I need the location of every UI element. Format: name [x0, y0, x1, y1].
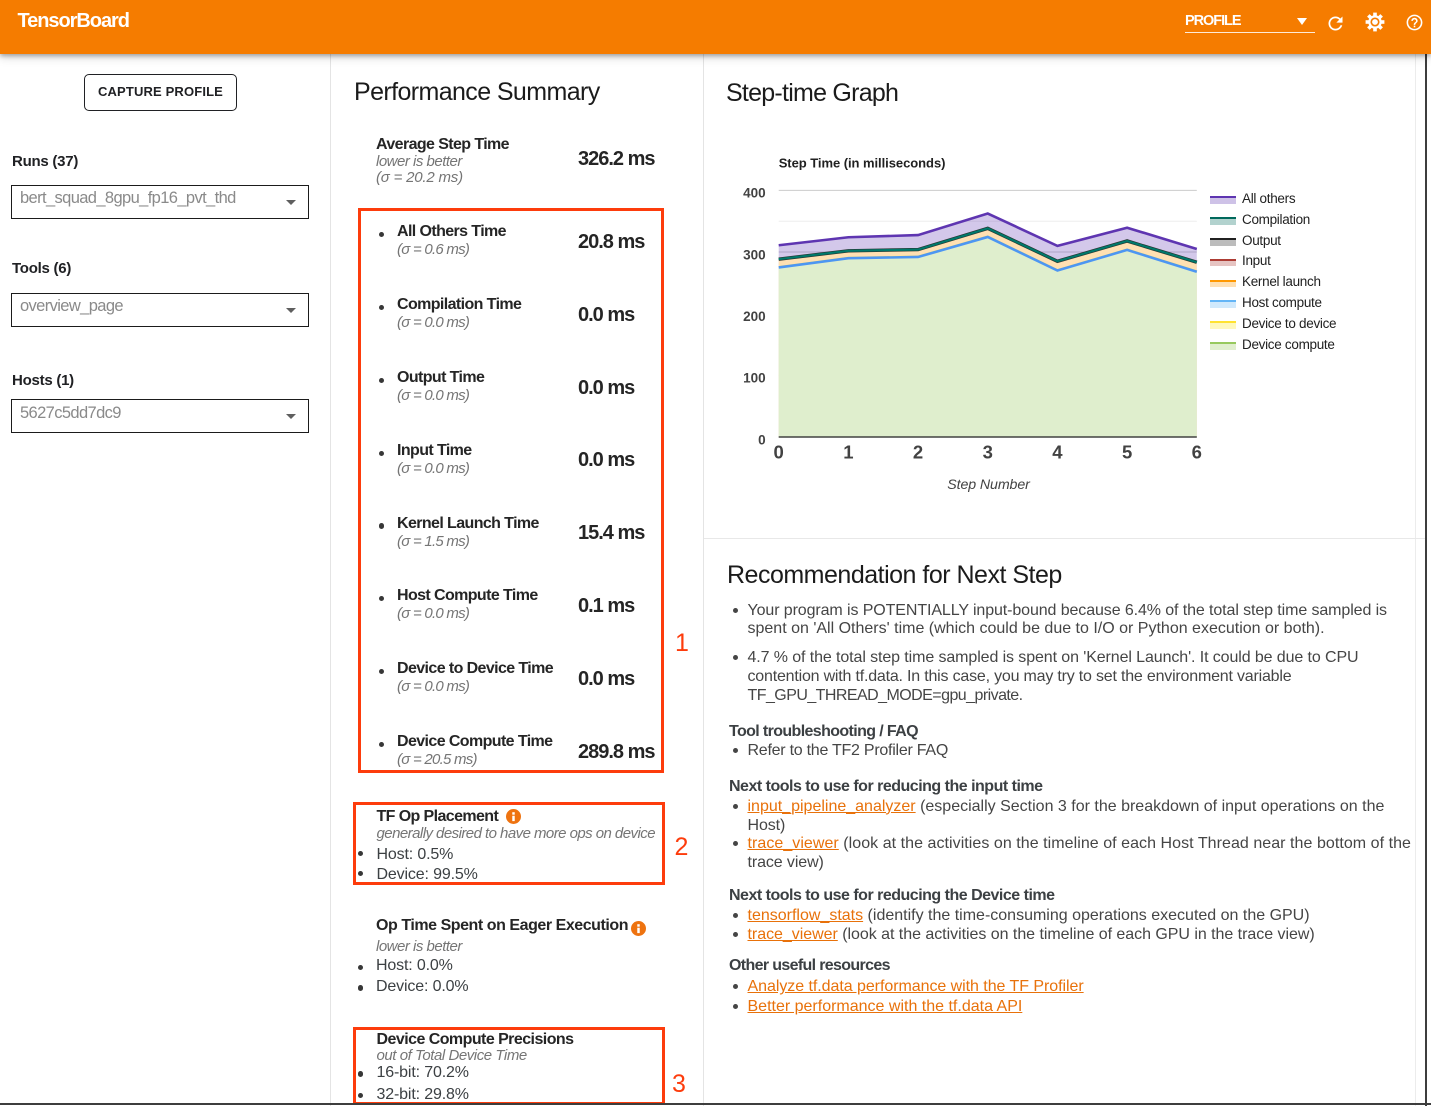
svg-text:4: 4 — [1052, 442, 1063, 463]
svg-text:1: 1 — [843, 442, 853, 463]
svg-text:2: 2 — [913, 442, 923, 463]
svg-text:Step Time (in milliseconds): Step Time (in milliseconds) — [779, 155, 946, 170]
svg-text:3: 3 — [983, 442, 993, 463]
svg-text:200: 200 — [743, 309, 766, 324]
svg-text:100: 100 — [743, 371, 766, 386]
svg-text:400: 400 — [743, 186, 766, 201]
svg-text:0: 0 — [758, 432, 766, 447]
svg-text:6: 6 — [1192, 442, 1202, 463]
svg-text:0: 0 — [774, 442, 784, 463]
svg-text:300: 300 — [743, 247, 766, 262]
svg-text:5: 5 — [1122, 442, 1132, 463]
svg-text:Step Number: Step Number — [947, 477, 1031, 493]
